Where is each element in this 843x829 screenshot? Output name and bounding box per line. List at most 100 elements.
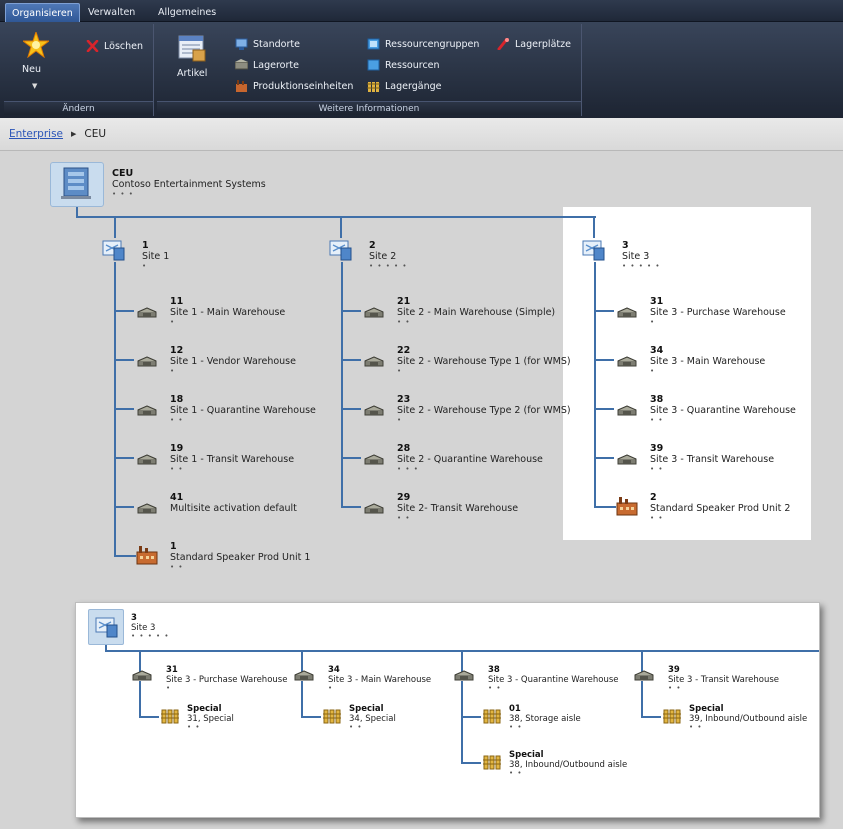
production-unit-node-2[interactable]: 2 Standard Speaker Prod Unit 2 • • [650,492,790,522]
lagerplaetze-button[interactable]: Lagerplätze [497,36,571,52]
lagerplaetze-icon [497,38,509,50]
node-name: Site 1 - Vendor Warehouse [170,356,296,367]
tab-organisieren[interactable]: Organisieren [5,3,80,22]
breadcrumb-root-link[interactable]: Enterprise [9,128,63,140]
warehouse-icon [634,667,654,681]
node-id: 39 [650,443,664,454]
breadcrumb: Enterprise ▶ CEU [0,118,843,151]
aisle-node[interactable]: Special 38, Inbound/Outbound aisle • • [509,750,627,777]
detail-warehouse-node-38[interactable]: 38 Site 3 - Quarantine Warehouse • • [488,665,619,692]
new-star-icon [23,32,49,58]
warehouse-icon [364,402,384,416]
aisle-icon [161,708,179,724]
detail-site-node[interactable]: 3 Site 3 • • • • • [131,613,170,640]
produktionseinheiten-button[interactable]: Produktionseinheiten [235,78,353,94]
warehouse-icon [364,500,384,514]
warehouse-node-18[interactable]: 18 Site 1 - Quarantine Warehouse • • [170,394,316,424]
warehouse-node-23[interactable]: 23 Site 2 - Warehouse Type 2 (for WMS) • [397,394,571,424]
ressourcen-icon [367,59,380,71]
aisle-icon [323,708,341,724]
lagerorte-icon [235,59,248,70]
node-id: 34 [328,665,340,675]
aisle-node[interactable]: Special 34, Special • • [349,704,396,731]
node-name: Site 3 - Main Warehouse [328,675,432,685]
site-node-3[interactable]: 3 Site 3 • • • • • [622,240,661,270]
node-name: Site 1 - Transit Warehouse [170,454,295,465]
standorte-button[interactable]: Standorte [235,36,300,52]
node-name: Multisite activation default [170,503,297,514]
node-id: 22 [397,345,411,356]
node-dots: • [397,367,403,375]
ribbon-tab-bar: Organisieren Verwalten Allgemeines [0,0,843,22]
warehouse-node-11[interactable]: 11 Site 1 - Main Warehouse • [170,296,285,326]
node-id: 29 [397,492,411,503]
node-dots: • • [349,723,363,731]
new-dropdown-arrow-icon[interactable]: ▼ [32,82,37,90]
node-name: Site 1 - Quarantine Warehouse [170,405,316,416]
warehouse-node-21[interactable]: 21 Site 2 - Main Warehouse (Simple) • • [397,296,555,326]
node-name: Standard Speaker Prod Unit 2 [650,503,791,514]
ribbon: Neu ▼ Löschen Ändern Artikel Standorte L… [0,22,843,118]
root-node-dots: • • • [112,190,134,198]
detail-site-id: 3 [131,613,137,623]
warehouse-node-39[interactable]: 39 Site 3 - Transit Warehouse • • [650,443,774,473]
node-id: 1 [170,541,177,552]
warehouse-icon [617,304,637,318]
node-name: Site 2 - Quarantine Warehouse [397,454,543,465]
node-name: Site 3 - Quarantine Warehouse [488,675,619,685]
warehouse-node-22[interactable]: 22 Site 2 - Warehouse Type 1 (for WMS) • [397,345,571,375]
warehouse-node-38[interactable]: 38 Site 3 - Quarantine Warehouse • • [650,394,796,424]
node-dots: • • [650,465,664,473]
warehouse-node-19[interactable]: 19 Site 1 - Transit Warehouse • • [170,443,294,473]
site-icon [95,617,118,638]
hierarchy-canvas: CEU Contoso Entertainment Systems • • • … [0,152,843,829]
tab-verwalten[interactable]: Verwalten [82,3,141,22]
warehouse-icon [132,667,152,681]
ressourcen-button[interactable]: Ressourcen [367,57,440,73]
warehouse-icon [617,353,637,367]
aisle-icon [483,708,501,724]
warehouse-icon [364,451,384,465]
warehouse-node-28[interactable]: 28 Site 2 - Quarantine Warehouse • • • [397,443,543,473]
root-node-ceu[interactable]: CEU Contoso Entertainment Systems • • • [112,168,266,198]
node-name: Site 3 - Transit Warehouse [668,675,779,685]
site-node-2[interactable]: 2 Site 2 • • • • • [369,240,408,270]
lagerorte-button[interactable]: Lagerorte [235,57,299,73]
production-unit-node-1[interactable]: 1 Standard Speaker Prod Unit 1 • • [170,541,310,571]
warehouse-node-31[interactable]: 31 Site 3 - Purchase Warehouse • [650,296,786,326]
detail-warehouse-node-31[interactable]: 31 Site 3 - Purchase Warehouse • [166,665,287,692]
warehouse-node-29[interactable]: 29 Site 2- Transit Warehouse • • [397,492,518,522]
site-icon [100,238,126,262]
node-id: 38 [488,665,500,675]
detail-warehouse-node-34[interactable]: 34 Site 3 - Main Warehouse • [328,665,431,692]
site-node-1[interactable]: 1 Site 1 • [142,240,169,270]
delete-button[interactable]: Löschen [86,38,143,54]
artikel-button[interactable]: Artikel [173,34,213,94]
node-id: Special [689,704,724,714]
detail-warehouse-node-39[interactable]: 39 Site 3 - Transit Warehouse • • [668,665,779,692]
ressourcengruppen-button[interactable]: Ressourcengruppen [367,36,479,52]
node-dots: • [170,367,176,375]
warehouse-node-12[interactable]: 12 Site 1 - Vendor Warehouse • [170,345,296,375]
warehouse-node-34[interactable]: 34 Site 3 - Main Warehouse • [650,345,765,375]
node-name: 38, Inbound/Outbound aisle [509,760,628,770]
node-id: 12 [170,345,184,356]
node-dots: • [166,684,172,692]
aisle-node[interactable]: 01 38, Storage aisle • • [509,704,581,731]
warehouse-icon [364,353,384,367]
node-dots: • • [509,769,523,777]
new-button[interactable]: Neu ▼ [18,32,54,96]
node-dots: • [328,684,334,692]
node-dots: • • [397,514,411,522]
site-id: 1 [142,240,149,251]
aisle-node[interactable]: Special 39, Inbound/Outbound aisle • • [689,704,807,731]
aisle-node[interactable]: Special 31, Special • • [187,704,234,731]
tab-allgemeines[interactable]: Allgemeines [152,3,222,22]
node-id: Special [349,704,384,714]
new-button-label: Neu [22,64,41,75]
warehouse-icon [617,451,637,465]
node-id: 11 [170,296,184,307]
warehouse-node-41[interactable]: 41 Multisite activation default [170,492,297,515]
lagergaenge-button[interactable]: Lagergänge [367,78,441,94]
node-id: 38 [650,394,664,405]
